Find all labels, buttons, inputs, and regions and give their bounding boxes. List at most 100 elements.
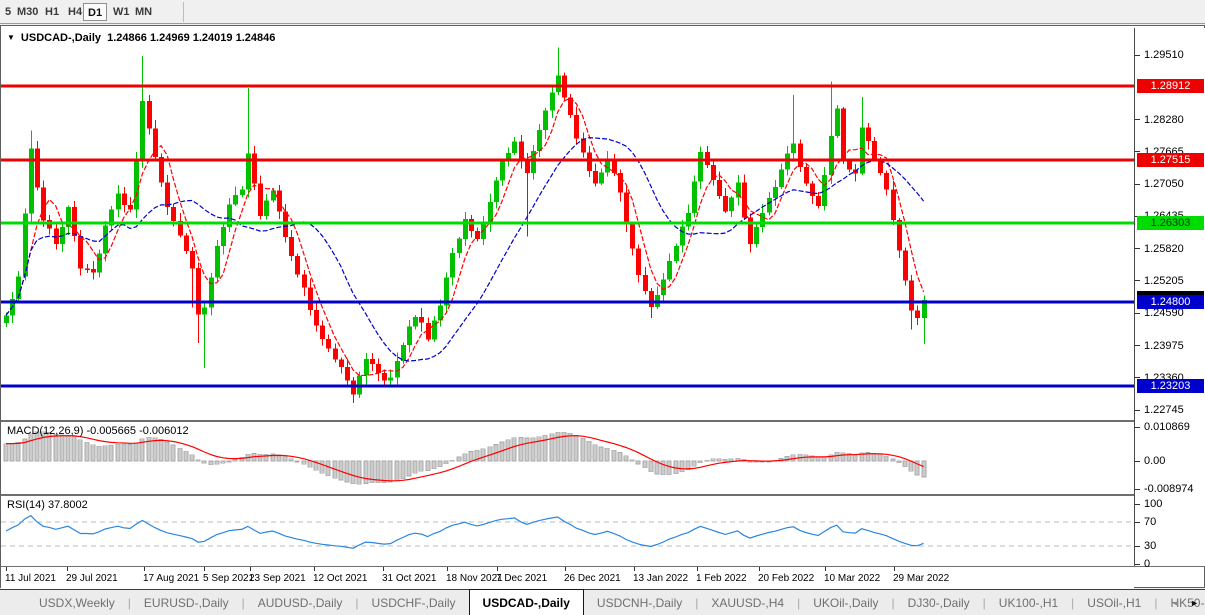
rsi-tick-label: 0: [1144, 558, 1151, 570]
symbol-tab-usoil-h1[interactable]: USOil-,H1: [1074, 590, 1154, 615]
macd-tick-label: 0.010869: [1144, 421, 1190, 433]
symbol-tab-ukoil-daily[interactable]: UKOil-,Daily: [800, 590, 891, 615]
macd-label: MACD(12,26,9) -0.005665 -0.006012: [7, 425, 189, 437]
rsi-indicator-pane[interactable]: RSI(14) 37.8002: [1, 496, 1134, 566]
date-tick-label: 29 Jul 2021: [66, 573, 118, 584]
price-tick-label: 1.23975: [1144, 340, 1184, 352]
symbol-tab-bar: USDX,Weekly | EURUSD-,Daily | AUDUSD-,Daily |…: [0, 589, 1205, 615]
macd-tick: [1135, 489, 1140, 490]
symbol-tab-eurusd-daily[interactable]: EURUSD-,Daily: [131, 590, 242, 615]
price-chart-pane[interactable]: ▼ USDCAD-,Daily 1.24866 1.24969 1.24019 1…: [1, 28, 1134, 420]
price-tick: [1135, 345, 1140, 346]
date-tick-label: 18 Nov 2021: [446, 573, 503, 584]
date-axis[interactable]: 11 Jul 2021 29 Jul 2021 17 Aug 2021 5 Sep 2…: [1, 567, 1134, 589]
date-tick: [634, 567, 635, 571]
symbol-tab-usdcad-daily[interactable]: USDCAD-,Daily: [468, 589, 584, 615]
price-level-badge: 1.26303: [1137, 216, 1204, 230]
date-tick: [250, 567, 251, 571]
price-level-badge: 1.24800: [1137, 295, 1204, 309]
rsi-tick-label: 70: [1144, 516, 1157, 528]
date-tick-label: 29 Mar 2022: [893, 573, 950, 584]
date-tick: [497, 567, 498, 571]
date-tick-label: 17 Aug 2021: [143, 573, 200, 584]
date-tick-label: 1 Feb 2022: [696, 573, 747, 584]
tab-scroll-right-icon[interactable]: ►: [1190, 598, 1199, 608]
date-tick: [67, 567, 68, 571]
rsi-tick-label: 100: [1144, 498, 1163, 510]
macd-tick-label: -0.008974: [1144, 483, 1194, 495]
rsi-tick: [1135, 546, 1140, 547]
date-tick-label: 26 Dec 2021: [564, 573, 621, 584]
date-tick: [759, 567, 760, 571]
date-tick-label: 5 Sep 2021: [203, 573, 255, 584]
tab-scroll-arrows: ◄ ►: [1171, 590, 1199, 615]
rsi-tick: [1135, 504, 1140, 505]
date-tick: [565, 567, 566, 571]
date-tick: [6, 567, 7, 571]
price-tick: [1135, 151, 1140, 152]
timeframe-button-mn[interactable]: MN: [131, 3, 156, 21]
timeframe-button-w1[interactable]: W1: [109, 3, 134, 21]
symbol-tab-usdchf-daily[interactable]: USDCHF-,Daily: [359, 590, 469, 615]
chart-title: ▼ USDCAD-,Daily 1.24866 1.24969 1.24019 1…: [7, 32, 275, 44]
price-tick-label: 1.27050: [1144, 178, 1184, 190]
date-tick-label: 7 Dec 2021: [496, 573, 548, 584]
rsi-label: RSI(14) 37.8002: [7, 499, 88, 511]
macd-tick-label: 0.00: [1144, 455, 1166, 467]
date-tick: [204, 567, 205, 571]
symbol-tab-dj30-daily[interactable]: DJ30-,Daily: [895, 590, 983, 615]
price-tick: [1135, 248, 1140, 249]
price-tick: [1135, 119, 1140, 120]
symbol-tab-usdx-weekly[interactable]: USDX,Weekly: [26, 590, 128, 615]
price-tick: [1135, 280, 1140, 281]
symbol-tab-xauusd-h4[interactable]: XAUUSD-,H4: [698, 590, 797, 615]
date-tick: [314, 567, 315, 571]
price-tick: [1135, 313, 1140, 314]
date-tick: [383, 567, 384, 571]
date-tick-label: 10 Mar 2022: [824, 573, 881, 584]
rsi-tick: [1135, 522, 1140, 523]
price-tick-label: 1.29510: [1144, 49, 1184, 61]
date-tick: [697, 567, 698, 571]
timeframe-button-d1[interactable]: D1: [83, 3, 108, 21]
price-tick-label: 1.25205: [1144, 275, 1184, 287]
date-tick-label: 20 Feb 2022: [758, 573, 815, 584]
macd-indicator-pane[interactable]: MACD(12,26,9) -0.005665 -0.006012: [1, 422, 1134, 494]
timeframe-button-h1[interactable]: H1: [41, 3, 63, 21]
timeframe-button-m30[interactable]: M30: [13, 3, 42, 21]
date-tick-label: 31 Oct 2021: [382, 573, 437, 584]
price-tick: [1135, 410, 1140, 411]
tab-scroll-left-icon[interactable]: ◄: [1171, 598, 1180, 608]
macd-tick: [1135, 427, 1140, 428]
price-axis[interactable]: 1.295101.282801.276651.270501.264351.258…: [1134, 28, 1205, 570]
price-tick: [1135, 377, 1140, 378]
rsi-tick-label: 30: [1144, 540, 1157, 552]
date-tick: [894, 567, 895, 571]
price-tick: [1135, 55, 1140, 56]
price-tick-label: 1.22745: [1144, 404, 1184, 416]
date-tick-label: 23 Sep 2021: [249, 573, 306, 584]
timeframe-toolbar: 5 M30 H1 H4 D1 W1 MN: [0, 0, 1205, 24]
price-tick-label: 1.25820: [1144, 243, 1184, 255]
symbol-tab-usdcnh-daily[interactable]: USDCNH-,Daily: [584, 590, 695, 615]
price-tick-label: 1.28280: [1144, 114, 1184, 126]
date-tick: [447, 567, 448, 571]
rsi-tick: [1135, 564, 1140, 565]
chart-window: ▼ USDCAD-,Daily 1.24866 1.24969 1.24019 1…: [0, 25, 1205, 589]
chart-dropdown-icon[interactable]: ▼: [7, 33, 15, 42]
date-tick-label: 12 Oct 2021: [313, 573, 368, 584]
price-level-badge: 1.28912: [1137, 79, 1204, 93]
price-level-badge: 1.27515: [1137, 153, 1204, 167]
date-tick: [144, 567, 145, 571]
macd-tick: [1135, 461, 1140, 462]
date-tick-label: 13 Jan 2022: [633, 573, 689, 584]
toolbar-separator: [183, 2, 184, 22]
date-tick-label: 11 Jul 2021: [5, 573, 56, 584]
symbol-tab-uk100-h1[interactable]: UK100-,H1: [986, 590, 1071, 615]
chart-symbol-label: USDCAD-,Daily: [20, 32, 101, 44]
trading-platform-window: 5 M30 H1 H4 D1 W1 MN ▼ USDCAD-,Daily 1.24866 1.…: [0, 0, 1205, 615]
symbol-tab-audusd-daily[interactable]: AUDUSD-,Daily: [245, 590, 356, 615]
chart-ohlc-readout: 1.24866 1.24969 1.24019 1.24846: [107, 32, 276, 44]
price-tick: [1135, 184, 1140, 185]
date-tick: [825, 567, 826, 571]
